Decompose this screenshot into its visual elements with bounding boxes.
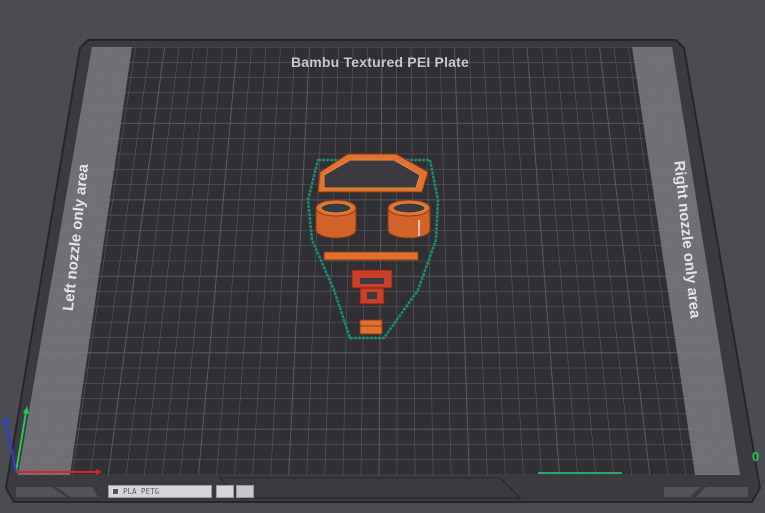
left-cylinder[interactable] [315, 199, 357, 239]
plate-icon [112, 488, 119, 495]
plate-front-notch [218, 477, 522, 499]
small-block[interactable] [359, 319, 383, 335]
axis-side-label: 0 [752, 449, 760, 464]
plate-title: Bambu Textured PEI Plate [290, 54, 470, 70]
right-cylinder[interactable] [387, 199, 431, 239]
plate-settings-box[interactable] [216, 485, 234, 498]
plate-arrange-box[interactable] [236, 485, 254, 498]
filament-tag-text: PLA PETG [123, 487, 160, 496]
flat-bar[interactable] [323, 251, 419, 261]
filament-tag[interactable]: PLA PETG [108, 485, 212, 498]
3d-viewport[interactable] [0, 0, 765, 513]
